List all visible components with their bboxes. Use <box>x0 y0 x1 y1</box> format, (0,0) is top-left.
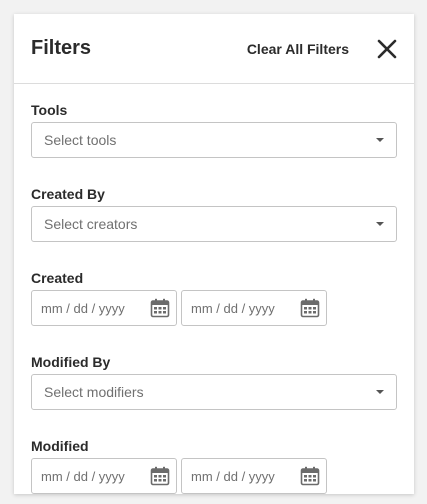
created-end-placeholder: mm / dd / yyyy <box>191 300 275 316</box>
modified-by-filter: Modified By Select modifiers <box>31 352 397 410</box>
modified-date-range: mm / dd / yyyy mm / dd / yyyy <box>31 458 397 494</box>
filters-body: Tools Select tools Created By Select cre… <box>14 84 414 494</box>
tools-placeholder: Select tools <box>44 132 117 148</box>
modified-end-placeholder: mm / dd / yyyy <box>191 468 275 484</box>
chevron-down-icon <box>376 390 384 394</box>
created-start-date-input[interactable]: mm / dd / yyyy <box>31 290 177 326</box>
created-filter: Created mm / dd / yyyy mm / dd / yyyy <box>31 268 397 326</box>
created-by-select[interactable]: Select creators <box>31 206 397 242</box>
calendar-icon[interactable] <box>300 298 320 318</box>
modified-label: Modified <box>31 438 89 454</box>
tools-select[interactable]: Select tools <box>31 122 397 158</box>
filters-panel: Filters Clear All Filters Tools Select t… <box>14 14 414 494</box>
clear-all-filters-button[interactable]: Clear All Filters <box>247 41 349 57</box>
modified-by-placeholder: Select modifiers <box>44 384 144 400</box>
chevron-down-icon <box>376 138 384 142</box>
created-by-filter: Created By Select creators <box>31 184 397 242</box>
modified-by-select[interactable]: Select modifiers <box>31 374 397 410</box>
calendar-icon[interactable] <box>150 466 170 486</box>
chevron-down-icon <box>376 222 384 226</box>
modified-end-date-input[interactable]: mm / dd / yyyy <box>181 458 327 494</box>
created-by-placeholder: Select creators <box>44 216 138 232</box>
created-by-label: Created By <box>31 186 105 202</box>
tools-filter: Tools Select tools <box>31 100 397 158</box>
created-label: Created <box>31 270 84 286</box>
close-button[interactable] <box>377 39 397 59</box>
modified-start-placeholder: mm / dd / yyyy <box>41 468 125 484</box>
modified-filter: Modified mm / dd / yyyy mm / dd / yyyy <box>31 436 397 494</box>
panel-title: Filters <box>31 37 92 59</box>
modified-by-label: Modified By <box>31 354 111 370</box>
close-icon <box>377 39 397 58</box>
created-date-range: mm / dd / yyyy mm / dd / yyyy <box>31 290 397 326</box>
created-start-placeholder: mm / dd / yyyy <box>41 300 125 316</box>
filters-header: Filters Clear All Filters <box>14 14 414 84</box>
calendar-icon[interactable] <box>150 298 170 318</box>
calendar-icon[interactable] <box>300 466 320 486</box>
created-end-date-input[interactable]: mm / dd / yyyy <box>181 290 327 326</box>
tools-label: Tools <box>31 102 68 118</box>
modified-start-date-input[interactable]: mm / dd / yyyy <box>31 458 177 494</box>
